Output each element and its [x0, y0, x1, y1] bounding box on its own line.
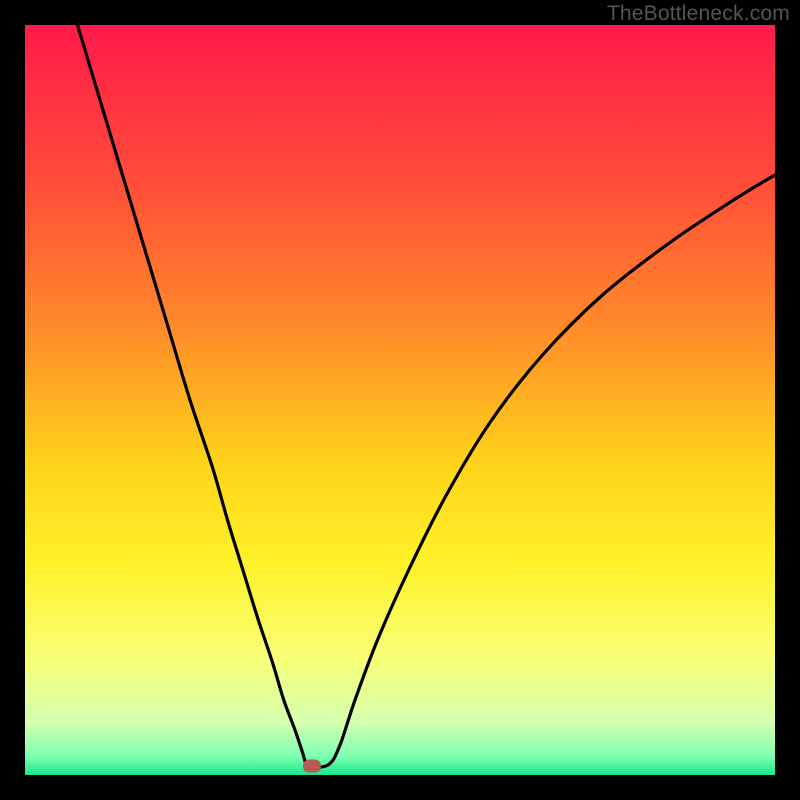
- minimum-marker: [303, 760, 321, 773]
- bottleneck-curve: [25, 25, 775, 775]
- chart-stage: TheBottleneck.com: [0, 0, 800, 800]
- plot-frame: [25, 25, 775, 775]
- watermark-text: TheBottleneck.com: [607, 2, 790, 26]
- plot-area: [25, 25, 775, 775]
